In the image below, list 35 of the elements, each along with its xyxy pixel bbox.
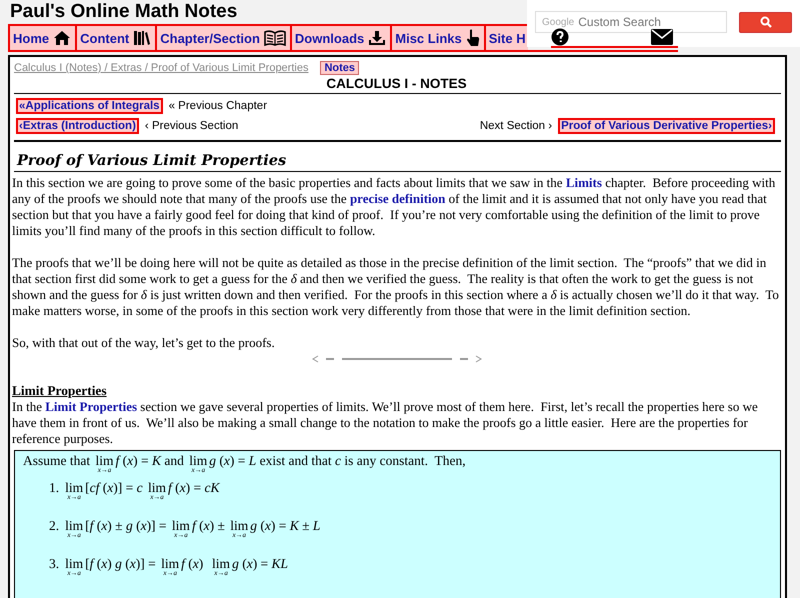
site-title[interactable]: Paul's Online Math Notes <box>8 0 238 24</box>
search-icon <box>760 16 772 28</box>
paragraph: In this section we are going to prove some of the basic properties and facts about limits that we saw in the Limits chapter. Before proceeding with any of the proofs we should note that many of the proofs use the precise definition of the limit and it is assumed that not only have you read that section but that you have a fairly good feel for doing that kind of proof. If you’re not very comfortable using the definition of the limit to prove limits you’ll find many of the proofs in this section difficult to follow. <box>12 175 776 239</box>
notes-tab[interactable]: Notes <box>320 61 360 75</box>
mail-icon[interactable] <box>651 29 673 45</box>
inline-link[interactable]: Limits <box>566 175 602 190</box>
nav-tab[interactable]: Site H <box>484 24 528 50</box>
nav-tab[interactable]: Downloads <box>290 24 392 50</box>
section-title: Proof of Various Limit Properties <box>17 152 288 169</box>
next-section-link[interactable]: Proof of Various Derivative Properties› <box>558 118 775 134</box>
course-title: CALCULUS I - NOTES <box>325 76 468 93</box>
previous-section-label: ‹ Previous Section <box>144 120 238 132</box>
help-icon[interactable] <box>551 28 569 46</box>
home-icon <box>53 30 72 46</box>
previous-section-link[interactable]: ‹Extras (Introduction) <box>16 118 139 134</box>
nav-tab[interactable]: Misc Links <box>390 24 486 50</box>
subheading: Limit Properties <box>12 383 108 399</box>
nav-tab[interactable]: Home <box>8 24 78 50</box>
books-icon <box>133 30 152 46</box>
paragraph: In the Limit Properties section we gave several properties of limits. We’ll prove most of them here. First, let’s recall the properties here so we have them in front of us. We’ll also be making a small change to the notation to make the proofs go a little easier. Here are the properties for reference purposes. <box>12 399 759 447</box>
nav-tab[interactable]: Content <box>75 24 158 50</box>
pointing-hand-icon <box>466 29 480 47</box>
search-button[interactable] <box>739 12 792 32</box>
inline-link[interactable]: Limit Properties <box>45 399 138 414</box>
download-icon <box>368 30 386 46</box>
previous-chapter-label: « Previous Chapter <box>168 100 268 112</box>
open-book-icon <box>264 30 286 46</box>
paragraph: So, with that out of the way, let’s get to the proofs. <box>12 335 276 351</box>
previous-chapter-link[interactable]: «Applications of Integrals <box>16 98 163 114</box>
inline-link[interactable]: precise definition <box>350 191 446 206</box>
nav-tab[interactable]: Chapter/Section <box>155 24 292 50</box>
search-brand: Google <box>542 16 574 28</box>
breadcrumb-link[interactable]: Calculus I (Notes) / Extras / Proof of Various Limit Properties <box>14 62 308 74</box>
paragraph: The proofs that we’ll be doing here will not be quite as detailed as those in the precise definition of the limit section. The “proofs” that we did in that section first did some work to get a guess for the δ and then we verified the guess. The reality is that often the work to get the guess is not shown and the guess for δ is just written down and then verified. For the proofs in this section where a δ is actually chosen we’ll do it that way. To make matters worse, in some of the proofs in this section work very differently from those that were in the limit definition section. <box>12 255 780 319</box>
next-section-label: Next Section › <box>480 120 552 132</box>
